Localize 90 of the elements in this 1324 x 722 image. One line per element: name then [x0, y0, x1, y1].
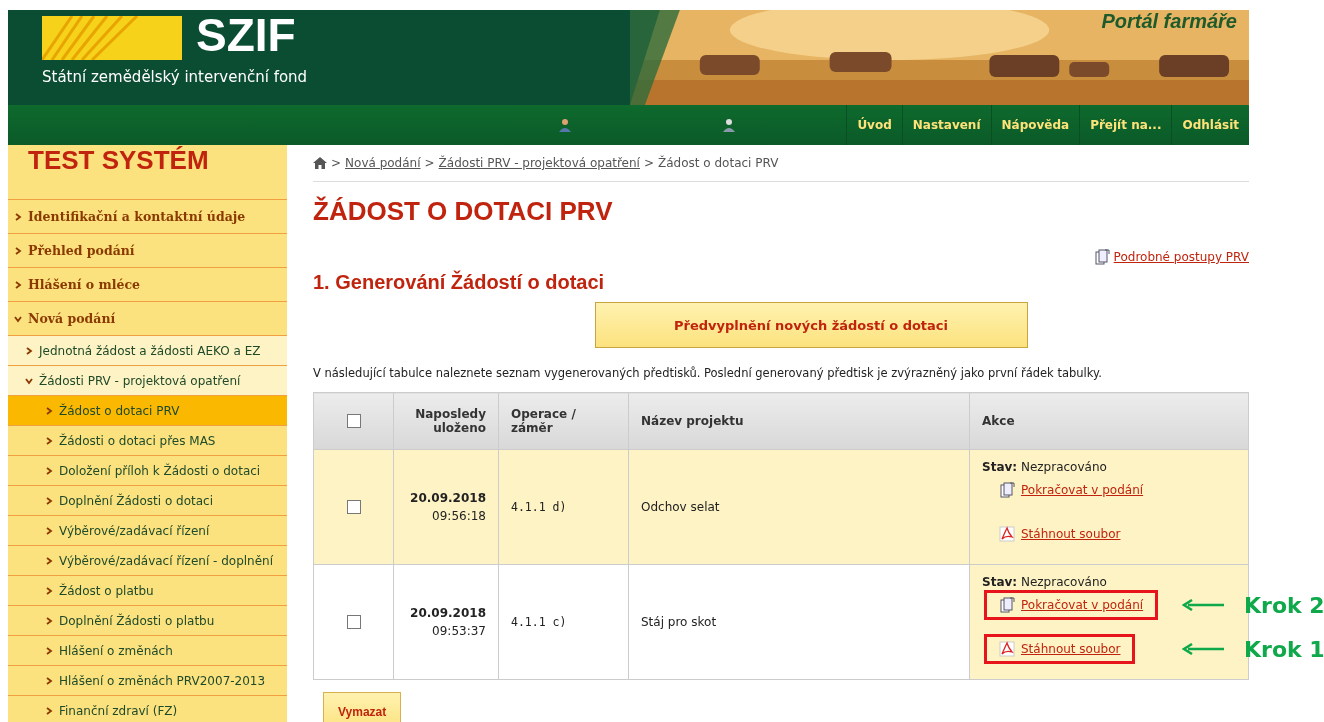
nav-link[interactable]: Odhlásit [1171, 105, 1249, 145]
portal-title: Portál farmáře [1101, 10, 1237, 33]
sidebar-item[interactable]: Přehled podání [8, 234, 287, 268]
project-name: Stáj pro skot [641, 615, 717, 629]
system-title: TEST SYSTÉM [8, 145, 287, 200]
status-text: Nezpracováno [1020, 460, 1107, 474]
breadcrumb-separator: > [424, 156, 435, 170]
pdf-icon [999, 526, 1015, 542]
checkbox[interactable] [346, 615, 361, 630]
status-label: Stav: [982, 460, 1018, 474]
sidebar-item[interactable]: Žádost o dotaci PRV [8, 396, 287, 426]
chevron-icon [45, 526, 53, 535]
step-label: Krok 1 [1244, 636, 1324, 662]
section-title: 1. Generování Žádostí o dotaci [313, 271, 606, 294]
column-header: Operace / záměr [498, 392, 629, 450]
chevron-icon [45, 616, 53, 625]
action-link[interactable]: Pokračovat v podání [1021, 483, 1144, 497]
chevron-icon [45, 706, 53, 715]
column-header: Naposledy uloženo [393, 392, 499, 450]
operation-text: 4.1.1 c) [511, 615, 567, 629]
step-label: Krok 2 [1244, 592, 1324, 618]
status-text: Nezpracováno [1020, 575, 1107, 589]
document-icon [999, 597, 1015, 613]
breadcrumb-current: Žádost o dotaci PRV [658, 156, 779, 170]
date-text: 20.09.2018 [409, 606, 486, 620]
chevron-icon [45, 556, 53, 565]
breadcrumb-link[interactable]: Nová podání [345, 156, 421, 170]
nav-link[interactable]: Přejít na... [1079, 105, 1172, 145]
chevron-icon [45, 466, 53, 475]
chevron-icon [45, 586, 53, 595]
nav-link[interactable]: Nápověda [990, 105, 1080, 145]
sidebar-item[interactable]: Hlášení o změnách [8, 636, 287, 666]
logo-icon [42, 16, 182, 60]
chevron-icon [14, 314, 22, 323]
time-text: 09:53:37 [431, 624, 486, 638]
operation-text: 4.1.1 d) [511, 500, 567, 514]
chevron-icon [45, 496, 53, 505]
org-subtitle: Státní zemědělský intervenční fond [42, 68, 308, 86]
sidebar-item[interactable]: Žádosti o dotaci přes MAS [8, 426, 287, 456]
time-text: 09:56:18 [431, 509, 486, 523]
procedures-link[interactable]: Podrobné postupy PRV [1113, 250, 1249, 264]
column-header: Název projektu [628, 392, 970, 450]
status-label: Stav: [982, 575, 1018, 589]
action-link[interactable]: Stáhnout soubor [1021, 527, 1121, 541]
chevron-icon [45, 436, 53, 445]
sidebar-item[interactable]: Hlášení o mléce [8, 268, 287, 302]
page-title: ŽÁDOST O DOTACI PRV [313, 196, 614, 227]
user-icon [558, 118, 573, 132]
arrow-icon [1182, 599, 1224, 611]
intro-text: V následující tabulce naleznete seznam vygenerovaných předtisků. Poslední generovaný předtisk je zvýrazněný jako první řádek tabulky. [313, 366, 1103, 380]
chevron-icon [45, 646, 53, 655]
sidebar-item[interactable]: Doplnění Žádosti o dotaci [8, 486, 287, 516]
nav-link[interactable]: Úvod [846, 105, 902, 145]
sidebar-item[interactable]: Hlášení o změnách PRV2007-2013 [8, 666, 287, 696]
breadcrumb-separator: > [331, 156, 342, 170]
sidebar-item[interactable]: Identifikační a kontaktní údaje [8, 200, 287, 234]
sidebar-item[interactable]: Jednotná žádost a žádosti AEKO a EZ [8, 336, 287, 366]
action-link[interactable]: Stáhnout soubor [1021, 642, 1121, 656]
sidebar-item[interactable]: Výběrové/zadávací řízení [8, 516, 287, 546]
org-name: SZIF [196, 8, 296, 62]
document-icon [999, 482, 1015, 498]
column-header: Akce [969, 392, 1249, 450]
checkbox[interactable] [346, 500, 361, 515]
chevron-icon [14, 280, 22, 289]
action-link[interactable]: Pokračovat v podání [1021, 598, 1144, 612]
chevron-icon [45, 676, 53, 685]
sidebar-item[interactable]: Doložení příloh k Žádosti o dotaci [8, 456, 287, 486]
project-name: Odchov selat [641, 500, 720, 514]
checkbox[interactable] [346, 414, 361, 429]
sidebar-item[interactable]: Výběrové/zadávací řízení - doplnění [8, 546, 287, 576]
chevron-icon [25, 346, 33, 355]
breadcrumb-link[interactable]: Žádosti PRV - projektová opatření [438, 156, 640, 170]
sidebar-item[interactable]: Žádosti PRV - projektová opatření [8, 366, 287, 396]
home-icon[interactable] [313, 157, 327, 169]
user-icon [722, 118, 737, 132]
nav-link[interactable]: Nastavení [901, 105, 991, 145]
document-icon [1093, 249, 1110, 265]
sidebar-item[interactable]: Žádost o platbu [8, 576, 287, 606]
sidebar-item[interactable]: Finanční zdraví (FZ) [8, 696, 287, 722]
pdf-icon [999, 641, 1015, 657]
date-text: 20.09.2018 [409, 491, 486, 505]
chevron-icon [45, 406, 53, 415]
chevron-icon [14, 212, 22, 221]
arrow-icon [1182, 643, 1224, 655]
chevron-icon [14, 246, 22, 255]
sidebar-item[interactable]: Doplnění Žádosti o platbu [8, 606, 287, 636]
chevron-icon [25, 376, 33, 385]
breadcrumb-separator: > [643, 156, 654, 170]
delete-button[interactable]: Vymazat [323, 692, 402, 722]
prefill-button[interactable]: Předvyplnění nových žádostí o dotaci [594, 302, 1028, 348]
